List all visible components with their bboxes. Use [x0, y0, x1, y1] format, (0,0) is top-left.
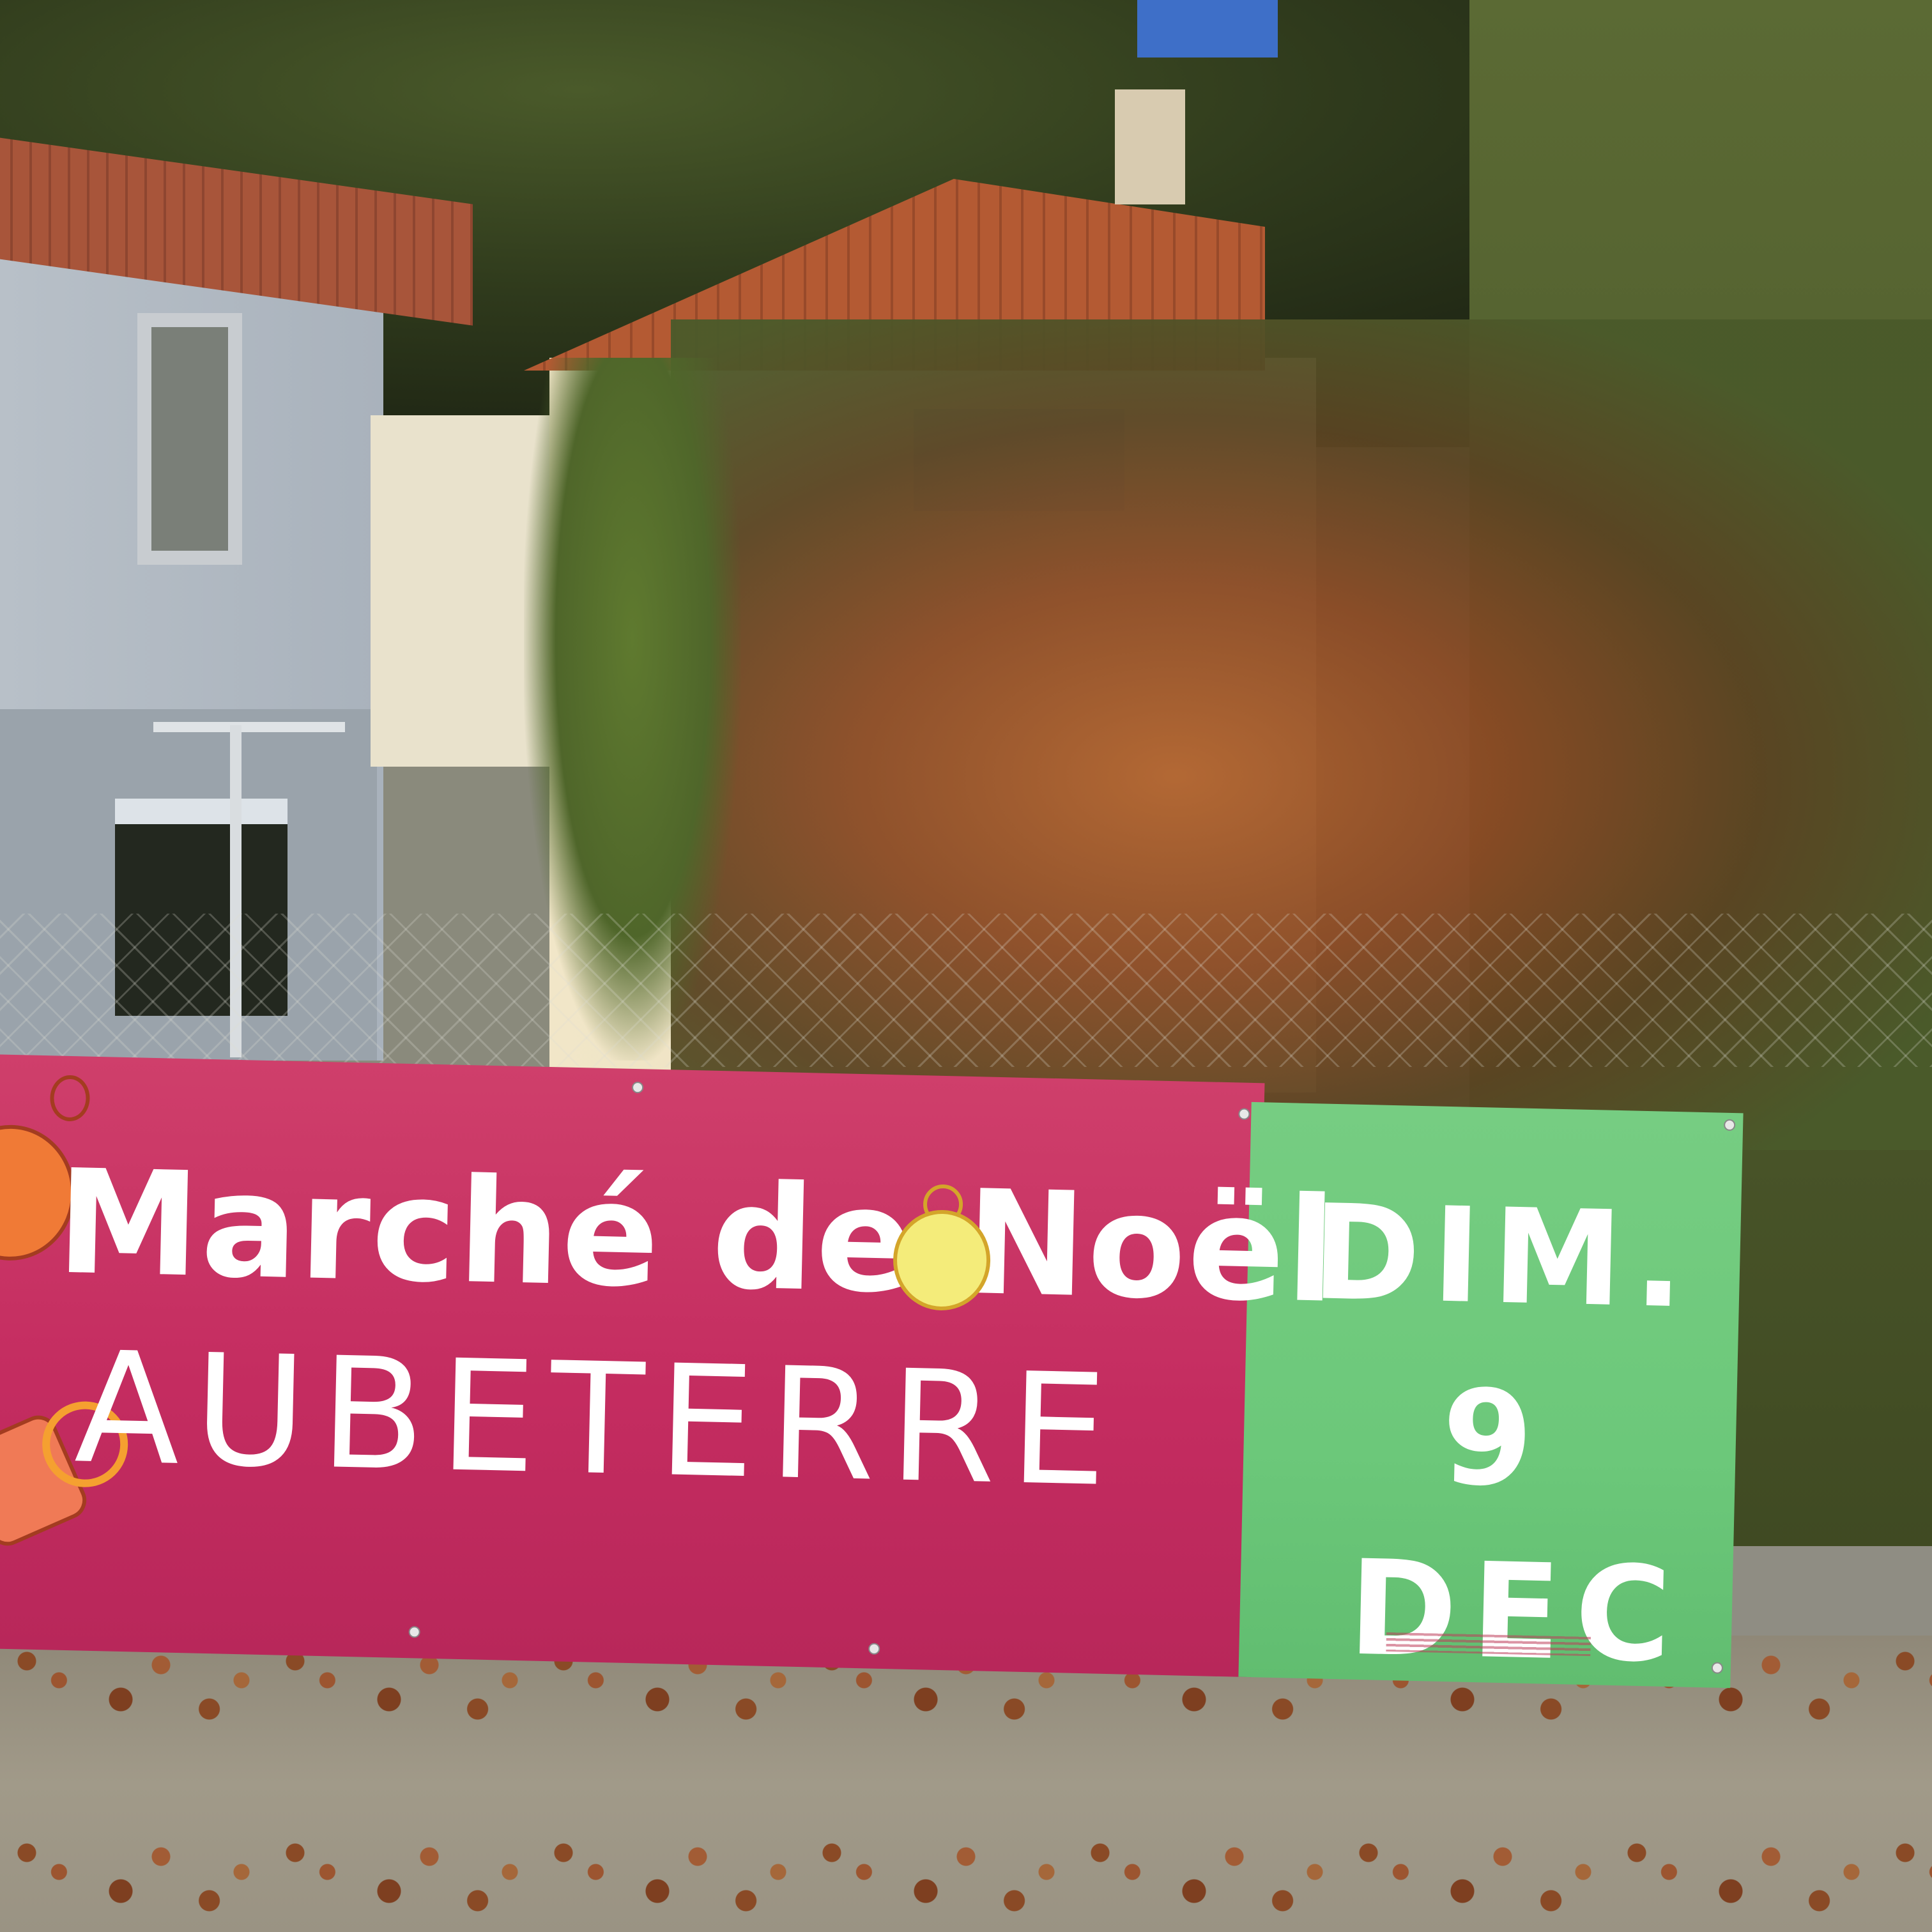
lamp-post-arm	[153, 722, 345, 732]
banner-date-month: DEC	[1347, 1532, 1687, 1692]
christmas-market-banner: Marché de Noël AUBETERRE DIM. 9 DEC	[0, 1054, 1756, 1692]
banner-date-day: DIM.	[1310, 1177, 1698, 1338]
chimney	[1115, 89, 1185, 204]
wire-fence	[0, 914, 1932, 1067]
banner-title: Marché de Noël	[55, 1138, 1339, 1335]
banner-date-number: 9	[1440, 1361, 1535, 1517]
left-house-window	[137, 313, 242, 565]
sky-patch	[1137, 0, 1278, 57]
banner-town: AUBETERRE	[73, 1318, 1123, 1521]
street-scene: Marché de Noël AUBETERRE DIM. 9 DEC	[0, 0, 1932, 1932]
